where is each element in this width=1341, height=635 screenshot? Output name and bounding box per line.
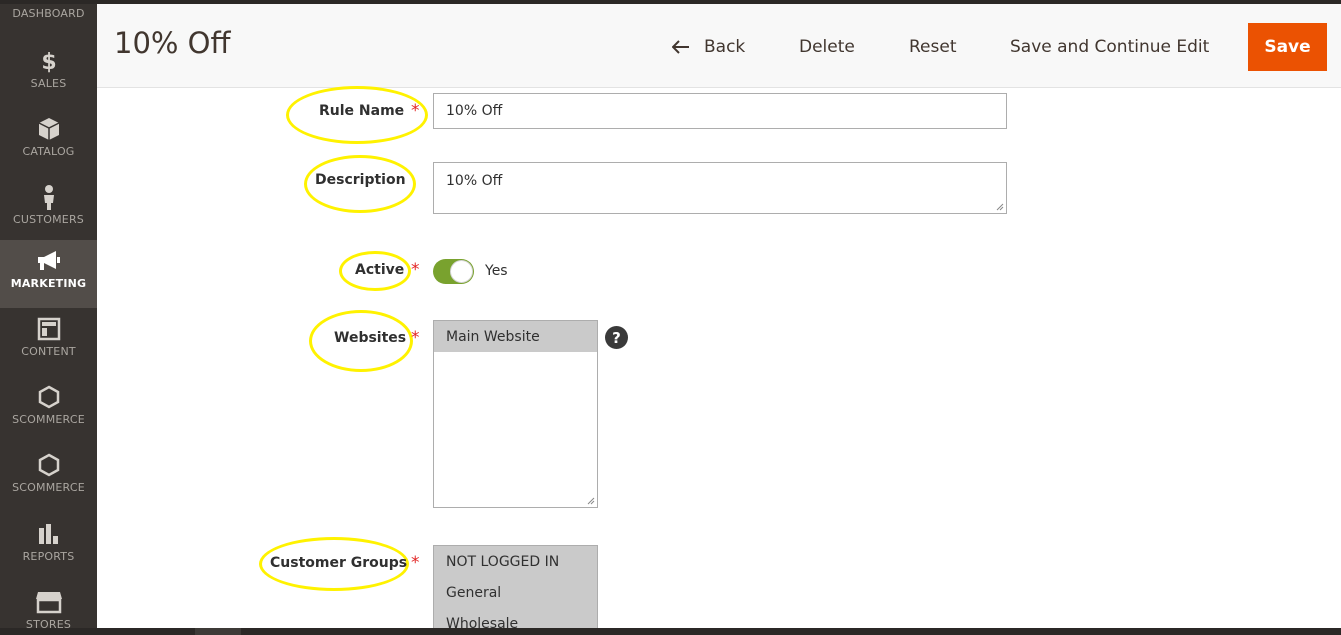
nav-reports-label: REPORTS — [22, 550, 75, 563]
websites-required: * — [411, 328, 420, 348]
rule-name-input[interactable]: 10% Off — [433, 93, 1007, 129]
nav-marketing-label: MARKETING — [10, 277, 87, 290]
nav-scommerce-2-label: SCOMMERCE — [12, 481, 85, 494]
nav-customers-label: CUSTOMERS — [13, 213, 84, 226]
page-header: 10% Off Back Delete Reset Save and Conti… — [97, 4, 1341, 88]
admin-sidebar: DASHBOARD $ SALES CATALOG CUSTOMERS MARK… — [0, 4, 97, 628]
nav-catalog-label: CATALOG — [22, 145, 75, 158]
description-value: 10% Off — [446, 173, 503, 189]
nav-sales-label: SALES — [30, 77, 67, 90]
bottom-border — [0, 628, 1341, 635]
customer-groups-multiselect[interactable]: NOT LOGGED IN General Wholesale — [433, 545, 598, 635]
store-icon — [0, 589, 97, 615]
save-button[interactable]: Save — [1248, 23, 1327, 71]
megaphone-icon — [0, 248, 97, 274]
dollar-icon: $ — [0, 48, 97, 74]
customer-groups-label: Customer Groups — [270, 555, 408, 571]
nav-catalog[interactable]: CATALOG — [0, 108, 97, 176]
nav-sales[interactable]: $ SALES — [0, 40, 97, 108]
nav-scommerce-1-label: SCOMMERCE — [12, 413, 85, 426]
websites-multiselect[interactable]: Main Website — [433, 320, 598, 508]
customer-groups-required: * — [411, 553, 420, 573]
help-icon[interactable]: ? — [605, 326, 628, 349]
svg-text:$: $ — [41, 50, 56, 74]
nav-content[interactable]: CONTENT — [0, 308, 97, 376]
nav-dashboard-label: DASHBOARD — [12, 7, 85, 20]
nav-marketing[interactable]: MARKETING — [0, 240, 97, 308]
bottom-tab — [195, 628, 241, 635]
active-required: * — [411, 260, 420, 280]
nav-scommerce-1[interactable]: SCOMMERCE — [0, 376, 97, 444]
nav-stores[interactable]: STORES — [0, 581, 97, 628]
nav-customers[interactable]: CUSTOMERS — [0, 176, 97, 244]
rule-name-label: Rule Name — [319, 103, 405, 119]
active-toggle[interactable] — [433, 259, 474, 284]
active-toggle-text: Yes — [485, 263, 508, 279]
save-and-continue-button[interactable]: Save and Continue Edit — [1010, 32, 1209, 62]
bar-chart-icon — [0, 521, 97, 547]
nav-reports[interactable]: REPORTS — [0, 513, 97, 581]
customer-group-option[interactable]: General — [434, 577, 597, 608]
reset-button[interactable]: Reset — [909, 32, 957, 62]
layout-icon — [0, 316, 97, 342]
resize-handle-icon[interactable] — [996, 203, 1004, 211]
description-textarea[interactable]: 10% Off — [433, 162, 1007, 214]
box-icon — [0, 116, 97, 142]
back-button-label: Back — [704, 37, 746, 57]
nav-stores-label: STORES — [25, 618, 72, 628]
nav-scommerce-2[interactable]: SCOMMERCE — [0, 444, 97, 512]
delete-button[interactable]: Delete — [799, 32, 855, 62]
hexagon-icon — [0, 384, 97, 410]
rule-name-required: * — [411, 101, 420, 121]
customer-group-option[interactable]: NOT LOGGED IN — [434, 546, 597, 577]
active-label: Active — [355, 262, 405, 278]
hexagon-icon — [0, 452, 97, 478]
person-icon — [0, 184, 97, 210]
page-title: 10% Off — [114, 26, 231, 60]
websites-label: Websites — [334, 330, 407, 346]
back-button[interactable]: Back — [672, 32, 745, 62]
toggle-knob — [450, 260, 473, 283]
description-label: Description — [315, 172, 406, 188]
websites-option[interactable]: Main Website — [434, 321, 597, 352]
nav-dashboard[interactable]: DASHBOARD — [0, 4, 97, 40]
arrow-left-icon — [672, 40, 689, 54]
nav-content-label: CONTENT — [21, 345, 76, 358]
resize-handle-icon[interactable] — [587, 497, 595, 505]
